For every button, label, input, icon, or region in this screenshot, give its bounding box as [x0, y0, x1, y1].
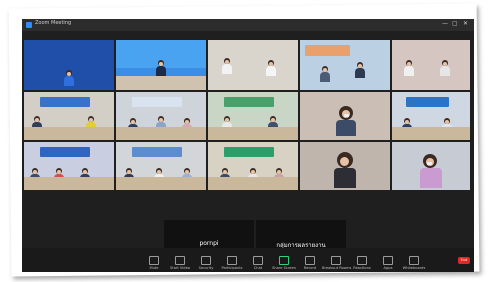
video-tile[interactable]: [208, 40, 298, 90]
video-tile[interactable]: [392, 92, 470, 140]
share-screen-button[interactable]: Share Screen: [270, 256, 298, 270]
participant-display-name: pornpi: [199, 240, 219, 247]
end-meeting-button[interactable]: End: [458, 257, 470, 264]
mute-button[interactable]: Mute: [140, 256, 168, 270]
start-video-button[interactable]: Start Video: [166, 256, 194, 270]
apps-icon: [383, 256, 393, 265]
video-tile[interactable]: [24, 92, 114, 140]
chat-icon: [253, 256, 263, 265]
video-tile[interactable]: [392, 40, 470, 90]
chat-button[interactable]: Chat: [244, 256, 272, 270]
reactions-icon: [357, 256, 367, 265]
share-screen-icon: [279, 256, 289, 265]
security-button[interactable]: Security: [192, 256, 220, 270]
participants-icon: [227, 256, 237, 265]
video-tile[interactable]: [116, 92, 206, 140]
video-tile[interactable]: [300, 40, 390, 90]
breakout-rooms-icon: [331, 256, 341, 265]
zoom-app-icon: [26, 22, 32, 28]
zoom-window: Zoom Meeting — ▢ ✕ pornpi กลุ่มการผลรายง…: [22, 19, 474, 272]
apps-button[interactable]: Apps: [374, 256, 402, 270]
video-tile[interactable]: [24, 142, 114, 190]
breakout-rooms-button[interactable]: Breakout Rooms: [322, 256, 351, 270]
video-tile[interactable]: [300, 142, 390, 190]
record-icon: [305, 256, 315, 265]
minimize-icon[interactable]: —: [442, 20, 448, 27]
video-tile[interactable]: [116, 142, 206, 190]
video-tile[interactable]: [116, 40, 206, 90]
record-button[interactable]: Record: [296, 256, 324, 270]
video-camera-icon: [175, 256, 185, 265]
close-icon[interactable]: ✕: [463, 20, 468, 27]
meeting-toolbar: Mute Start Video Security Participants C…: [22, 248, 474, 272]
video-tile[interactable]: [208, 92, 298, 140]
video-tile[interactable]: [392, 142, 470, 190]
title-bar: Zoom Meeting — ▢ ✕: [22, 19, 474, 31]
video-tile[interactable]: [300, 92, 390, 140]
window-title: Zoom Meeting: [35, 20, 72, 26]
video-tile[interactable]: [24, 40, 114, 90]
whiteboard-icon: [409, 256, 419, 265]
participants-button[interactable]: Participants: [218, 256, 246, 270]
maximize-icon[interactable]: ▢: [452, 20, 458, 27]
shield-icon: [201, 256, 211, 265]
whiteboards-button[interactable]: Whiteboards: [400, 256, 428, 270]
microphone-icon: [149, 256, 159, 265]
video-tile[interactable]: [208, 142, 298, 190]
reactions-button[interactable]: Reactions: [348, 256, 376, 270]
video-gallery: pornpi กลุ่มการผลรายงาน: [24, 40, 470, 270]
